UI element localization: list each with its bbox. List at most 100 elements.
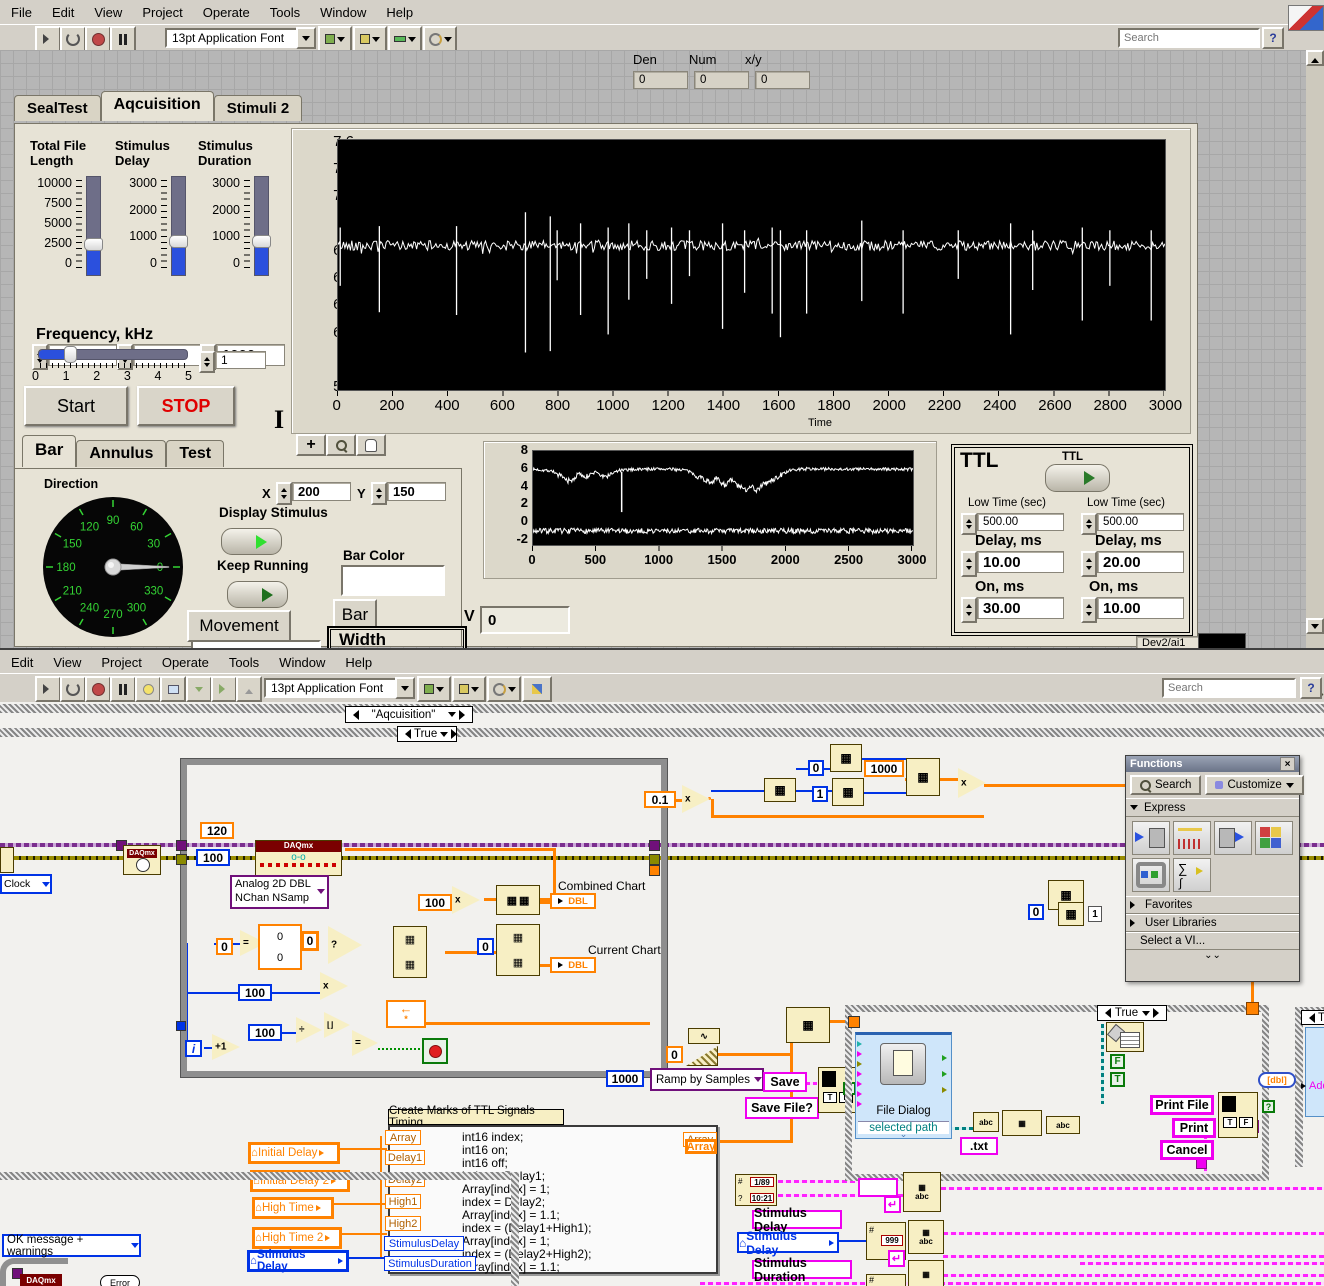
ramp-pattern-node[interactable]: ▦ <box>906 758 940 796</box>
current-chart-terminal[interactable]: DBL <box>550 957 596 973</box>
combined-chart-terminal[interactable]: DBL <box>550 893 596 909</box>
search-input[interactable] <box>1164 681 1312 695</box>
search-box[interactable] <box>1162 678 1296 698</box>
abort-button[interactable] <box>85 676 111 702</box>
step-out-button[interactable] <box>236 676 262 702</box>
indicator-value[interactable]: 0 <box>694 71 749 89</box>
input-palette-icon[interactable] <box>1132 821 1170 855</box>
slider-thumb[interactable] <box>169 235 188 248</box>
vertical-scrollbar[interactable] <box>1306 50 1324 648</box>
retain-wire-values-button[interactable] <box>160 676 186 702</box>
daqmx-mode-ring[interactable]: Analog 2D DBLNChan NSamp <box>230 875 329 909</box>
case-selector-true[interactable]: True <box>1097 1005 1167 1021</box>
number-to-string-node-partial[interactable]: # <box>866 1274 906 1286</box>
run-button[interactable] <box>35 676 61 702</box>
highlight-execution-button[interactable] <box>135 676 161 702</box>
run-continuous-button[interactable] <box>60 26 86 52</box>
case-selector-acquisition[interactable]: "Aqcuisition" <box>345 706 473 723</box>
daqmx-read-node[interactable]: DAQmx o‑o <box>255 840 342 876</box>
formula-input-array[interactable]: Array <box>385 1130 421 1145</box>
pause-button[interactable] <box>110 26 136 52</box>
constant-1[interactable]: 1 <box>812 786 828 802</box>
stimulus-delay-string[interactable]: Stimulus Delay <box>752 1210 842 1229</box>
distribute-objects-button[interactable] <box>353 26 387 52</box>
cursor-tool-button[interactable]: + <box>296 434 326 456</box>
save-local[interactable]: Save <box>763 1072 807 1092</box>
waveform-type-node[interactable]: ∿ <box>688 1028 720 1044</box>
constant-0[interactable]: 0 <box>1028 904 1044 920</box>
file-dialog-express-vi[interactable]: File Dialog selected path ⌄ <box>855 1032 952 1139</box>
spinner[interactable] <box>276 482 292 505</box>
slider-track[interactable] <box>171 176 186 276</box>
arithmetic-palette-icon[interactable]: ∑∫ <box>1173 858 1211 892</box>
movement-selector[interactable]: Movement <box>187 610 291 642</box>
constant-100[interactable]: 100 <box>418 894 452 911</box>
concatenate-node[interactable]: ▦ <box>1002 1110 1042 1136</box>
cancel-local[interactable]: Cancel <box>1160 1140 1214 1160</box>
pause-button[interactable] <box>110 676 136 702</box>
format-datetime-node[interactable]: 1/89 # ? 10:21 <box>735 1174 777 1206</box>
menu-item[interactable]: Project <box>133 2 191 23</box>
stimulus-delay-local[interactable]: ⌂Stimulus Delay <box>247 1250 349 1272</box>
menu-item[interactable]: Edit <box>43 2 83 23</box>
menu-item[interactable]: Help <box>377 2 422 23</box>
vi-icon[interactable] <box>1288 5 1324 31</box>
express-vi-partial[interactable] <box>1305 1027 1324 1117</box>
keep-running-toggle[interactable] <box>227 581 288 608</box>
movement-dropdown[interactable] <box>191 640 321 648</box>
abort-button[interactable] <box>85 26 111 52</box>
tab-bar[interactable]: Bar <box>22 435 76 467</box>
stimulus-delay-local[interactable]: ⌂Stimulus Delay <box>737 1232 839 1253</box>
spinner[interactable] <box>199 351 215 373</box>
palette-expand-chevron[interactable]: ⌄⌄ <box>1126 950 1299 961</box>
tab-stimuli2[interactable]: Stimuli 2 <box>214 95 303 121</box>
bar-color-swatch[interactable] <box>341 565 445 596</box>
multiply-node[interactable]: x <box>958 768 986 798</box>
menu-item[interactable]: View <box>44 652 90 673</box>
clock-ring[interactable]: Clock <box>0 874 52 894</box>
execution-control-palette-icon[interactable] <box>1132 858 1170 892</box>
menu-item[interactable]: Tools <box>220 652 268 673</box>
menu-item[interactable]: Operate <box>153 652 218 673</box>
palette-section-express[interactable]: Express <box>1126 798 1299 817</box>
menu-item[interactable]: Help <box>336 652 381 673</box>
menu-item[interactable]: View <box>85 2 131 23</box>
txt-string-constant[interactable]: .txt <box>960 1137 998 1155</box>
pan-tool-button[interactable] <box>356 434 386 456</box>
tab-annulus[interactable]: Annulus <box>76 440 166 467</box>
print-file-local[interactable]: Print File <box>1150 1095 1214 1115</box>
palette-search-button[interactable]: Search <box>1130 775 1201 795</box>
constant-1000[interactable]: 1000 <box>864 760 904 777</box>
search-input[interactable] <box>1120 31 1268 45</box>
x-coord-value[interactable]: 200 <box>292 482 351 501</box>
frequency-thumb[interactable] <box>64 346 77 363</box>
search-box[interactable] <box>1118 28 1260 48</box>
end-of-line-constant[interactable]: ↵ <box>888 1250 905 1267</box>
reorder-button[interactable] <box>423 26 457 52</box>
display-stimulus-toggle[interactable] <box>221 528 282 555</box>
loop-stop-terminal[interactable] <box>422 1038 448 1064</box>
constant-0.1[interactable]: 0.1 <box>644 791 676 808</box>
end-of-line-constant[interactable]: ↵ <box>884 1196 901 1213</box>
high-time-local[interactable]: ⌂High Time <box>252 1197 334 1219</box>
case-selector-true[interactable]: True <box>397 726 457 742</box>
menu-item[interactable]: Project <box>92 652 150 673</box>
align-objects-button[interactable] <box>417 676 451 702</box>
low-time-value-1[interactable]: 500.00 <box>977 513 1064 531</box>
stop-button[interactable]: STOP <box>137 386 235 426</box>
constant-100[interactable]: 100 <box>238 984 272 1001</box>
delay-value-2[interactable]: 20.00 <box>1097 551 1184 573</box>
clean-up-diagram-button[interactable] <box>522 676 552 702</box>
formula-node[interactable]: int16 index;int16 on;int16 off;index = D… <box>388 1125 718 1274</box>
scroll-up-button[interactable] <box>1306 50 1324 66</box>
run-continuous-button[interactable] <box>60 676 86 702</box>
array-element[interactable]: 0 <box>301 931 319 951</box>
concatenate-strings-node[interactable]: ▦abc <box>903 1172 941 1212</box>
empty-string-constant[interactable] <box>858 1178 898 1197</box>
slider-track[interactable] <box>86 176 101 276</box>
select-node[interactable]: TF <box>1218 1092 1258 1138</box>
menu-item[interactable]: File <box>2 2 41 23</box>
array-size-node[interactable]: ▦ <box>764 778 796 802</box>
indicator-value[interactable]: 0 <box>755 71 810 89</box>
formula-input-stimulusdelay[interactable]: StimulusDelay <box>384 1236 464 1251</box>
